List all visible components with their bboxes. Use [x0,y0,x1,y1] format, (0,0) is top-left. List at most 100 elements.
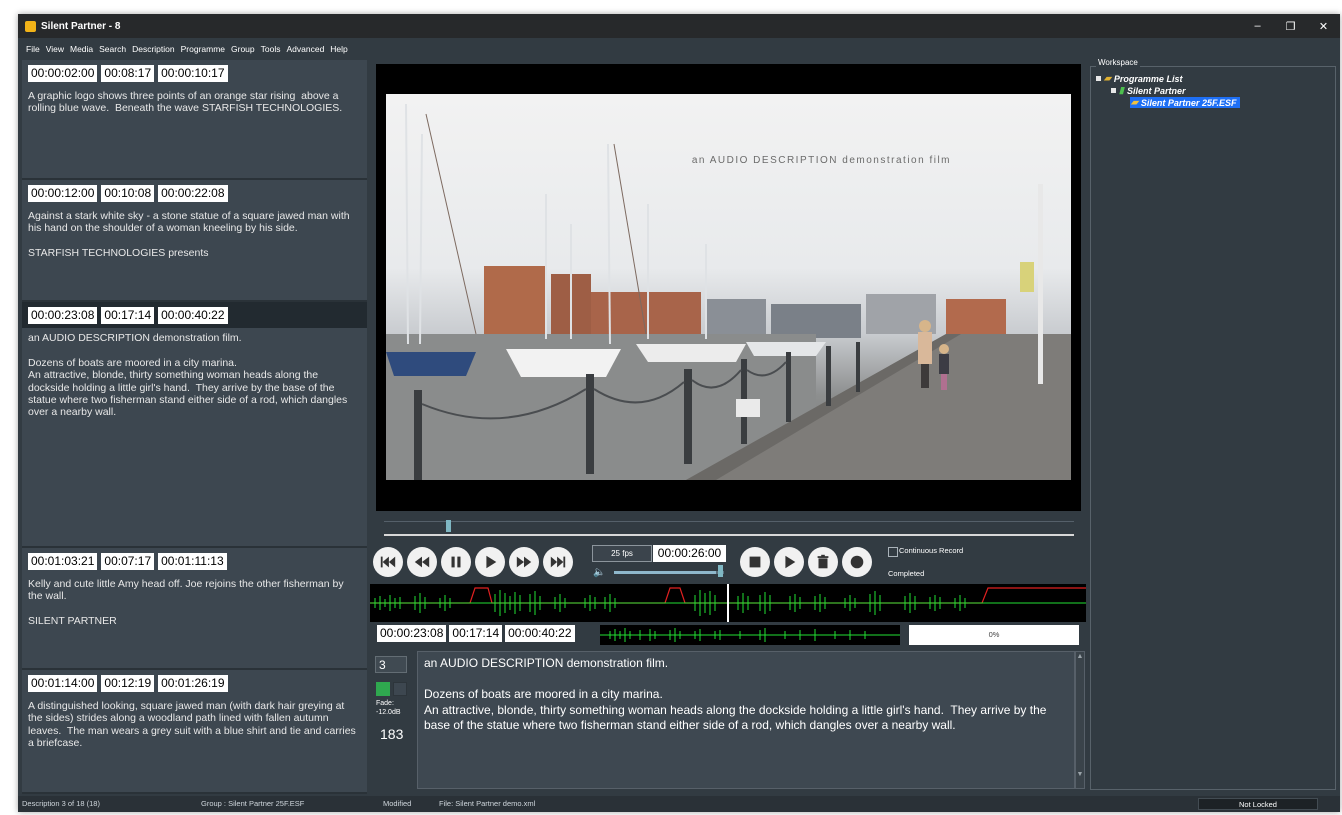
tree-programme-list[interactable]: ▰ Programme List [1096,73,1182,84]
title-bar: Silent Partner - 8 – ❐ ✕ [18,14,1340,38]
description-card-5[interactable]: 00:01:14:00 00:12:19 00:01:26:19 A disti… [22,670,367,794]
description-list: 00:00:02:00 00:08:17 00:00:10:17 A graph… [22,60,367,794]
app-logo-icon [25,20,36,32]
timecode-row: 00:00:23:08 00:17:14 00:00:40:22 [22,302,367,328]
rewind-button[interactable] [407,547,437,577]
continuous-record-checkbox[interactable] [888,547,898,557]
status-file: File: Silent Partner demo.xml [439,799,536,808]
marina-scene-image [386,103,1071,480]
in-timecode[interactable]: 00:01:14:00 [28,674,98,692]
skip-forward-icon [550,556,566,568]
status-bar: Description 3 of 18 (18) Group : Silent … [18,796,1340,812]
timecode-row: 00:01:03:21 00:07:17 00:01:11:13 [22,548,367,574]
timecode-row: 00:00:02:00 00:08:17 00:00:10:17 [22,60,367,86]
volume-slider-fill [614,571,716,574]
editor-scrollbar[interactable]: ▲ ▼ [1075,651,1085,789]
frame-rate-display[interactable]: 25 fps [592,545,652,562]
tree-expand-icon[interactable] [1111,88,1116,93]
description-audio-waveform[interactable] [600,625,900,645]
rewind-icon [414,556,430,568]
current-out-timecode[interactable]: 00:00:40:22 [505,625,575,642]
skip-to-end-button[interactable] [543,547,573,577]
programme-icon: ▮ [1119,85,1124,95]
small-waveform-graphic [600,628,900,642]
menu-bar: File View Media Search Description Progr… [18,38,1088,60]
lock-status[interactable]: Not Locked [1198,798,1318,810]
duration-timecode[interactable]: 00:08:17 [101,64,155,82]
tree-item-label: Programme List [1113,73,1183,84]
in-timecode[interactable]: 00:01:03:21 [28,552,98,570]
menu-help[interactable]: Help [330,44,347,54]
menu-file[interactable]: File [26,44,40,54]
fast-forward-button[interactable] [509,547,539,577]
menu-advanced[interactable]: Advanced [286,44,324,54]
delete-recording-button[interactable] [808,547,838,577]
audio-active-indicator[interactable] [376,682,390,696]
stop-record-button[interactable] [740,547,770,577]
duration-timecode[interactable]: 00:12:19 [101,674,155,692]
workspace-panel [1090,66,1336,790]
description-card-1[interactable]: 00:00:02:00 00:08:17 00:00:10:17 A graph… [22,60,367,180]
close-button[interactable]: ✕ [1307,14,1340,38]
volume-slider-handle[interactable] [718,565,723,577]
video-viewer[interactable]: an AUDIO DESCRIPTION demonstration film [376,64,1081,511]
tree-expand-icon[interactable] [1096,76,1101,81]
out-timecode[interactable]: 00:00:10:17 [158,64,228,82]
description-card-3[interactable]: 00:00:23:08 00:17:14 00:00:40:22 an AUDI… [22,302,367,548]
current-timecode[interactable]: 00:00:26:00 [653,545,726,562]
menu-programme[interactable]: Programme [181,44,225,54]
trash-icon [817,554,829,569]
duration-timecode[interactable]: 00:07:17 [101,552,155,570]
description-number-field[interactable]: 3 [375,656,407,673]
app-window: Silent Partner - 8 – ❐ ✕ File View Media… [18,14,1340,812]
description-text: A distinguished looking, square jawed ma… [28,700,359,750]
audio-waveform-timeline[interactable] [370,584,1086,622]
play-description-button[interactable] [774,547,804,577]
current-duration-timecode[interactable]: 00:17:14 [449,625,503,642]
out-timecode[interactable]: 00:00:22:08 [158,184,228,202]
current-in-timecode[interactable]: 00:00:23:08 [377,625,447,642]
maximize-button[interactable]: ❐ [1274,14,1307,38]
record-progress-bar: 0% [909,625,1079,645]
duration-timecode[interactable]: 00:10:08 [101,184,155,202]
description-card-2[interactable]: 00:00:12:00 00:10:08 00:00:22:08 Against… [22,180,367,302]
skip-to-start-button[interactable] [373,547,403,577]
in-timecode[interactable]: 00:00:02:00 [28,64,98,82]
menu-media[interactable]: Media [70,44,93,54]
scroll-up-icon[interactable]: ▲ [1076,652,1084,662]
timecode-row: 00:00:12:00 00:10:08 00:00:22:08 [22,180,367,206]
description-editor[interactable]: an AUDIO DESCRIPTION demonstration film.… [417,651,1075,789]
waveform-graphic [370,584,1086,622]
fade-value: -12.0dB [376,709,401,716]
in-timecode[interactable]: 00:00:12:00 [28,184,98,202]
record-button[interactable] [842,547,872,577]
duration-timecode[interactable]: 00:17:14 [101,306,155,324]
menu-group[interactable]: Group [231,44,255,54]
menu-tools[interactable]: Tools [261,44,281,54]
tree-silent-partner[interactable]: ▮ Silent Partner [1111,85,1185,96]
menu-search[interactable]: Search [99,44,126,54]
pause-icon [451,556,461,568]
play-button[interactable] [475,547,505,577]
description-text: Against a stark white sky - a stone stat… [28,210,350,260]
pause-button[interactable] [441,547,471,577]
fast-forward-icon [516,556,532,568]
seek-bar[interactable] [384,534,1074,536]
tree-item-label: Silent Partner [1126,85,1186,96]
out-timecode[interactable]: 00:00:40:22 [158,306,228,324]
audio-inactive-indicator[interactable] [393,682,407,696]
description-card-4[interactable]: 00:01:03:21 00:07:17 00:01:11:13 Kelly a… [22,548,367,670]
in-timecode[interactable]: 00:00:23:08 [28,306,98,324]
out-timecode[interactable]: 00:01:11:13 [158,552,227,570]
menu-description[interactable]: Description [132,44,175,54]
scroll-down-icon[interactable]: ▼ [1076,770,1084,780]
menu-view[interactable]: View [46,44,64,54]
tree-file-selected[interactable]: ▰ Silent Partner 25F.ESF [1130,97,1241,108]
current-description-timecodes: 00:00:23:08 00:17:14 00:00:40:22 [377,625,575,642]
window-title: Silent Partner - 8 [41,20,121,32]
out-timecode[interactable]: 00:01:26:19 [158,674,228,692]
play-icon [486,555,497,569]
record-status-label: Completed [888,569,925,578]
seek-bar-handle[interactable] [446,520,451,532]
minimize-button[interactable]: – [1241,14,1274,38]
